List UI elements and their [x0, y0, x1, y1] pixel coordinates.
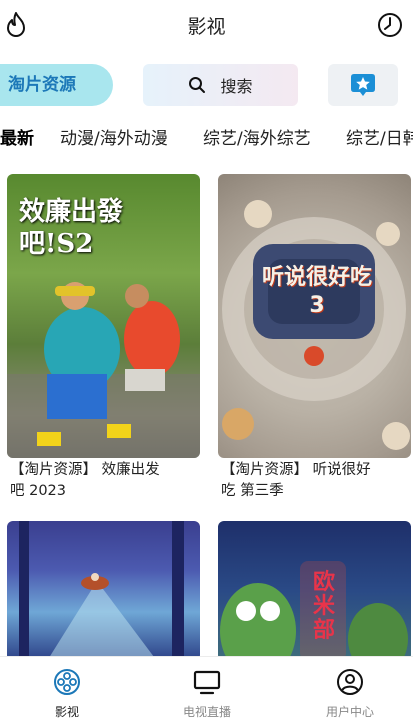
tv-icon — [193, 670, 221, 695]
video-poster: 效廉出發吧!S2 — [7, 174, 200, 458]
tab-latest[interactable]: 最新 — [0, 124, 34, 149]
source-selector-button[interactable]: 淘片资源 — [0, 64, 113, 106]
film-reel-icon — [54, 669, 80, 695]
video-poster: 欧米部 — [218, 521, 411, 661]
nav-item-movies[interactable]: 影视 — [17, 667, 117, 720]
tab-variety[interactable]: 综艺/海外综艺 — [203, 124, 311, 149]
poster-title-text: 听说很好吃 3 — [262, 265, 373, 318]
search-button[interactable]: 搜索 — [143, 64, 298, 106]
user-circle-icon — [337, 669, 363, 695]
tab-anime[interactable]: 动漫/海外动漫 — [60, 124, 168, 149]
category-tabs: 最新 动漫/海外动漫 综艺/海外综艺 综艺/日韩 — [0, 120, 413, 150]
star-badge-icon — [351, 74, 375, 96]
favorites-button[interactable] — [328, 64, 398, 106]
nav-label: 电视直播 — [182, 705, 231, 719]
search-label: 搜索 — [220, 77, 253, 96]
video-card[interactable]: 效廉出發吧!S2 【淘片资源】 效廉出发吧 2023 — [7, 174, 200, 502]
bottom-nav: 影视 电视直播 用户中心 — [0, 656, 413, 727]
nav-item-user-center[interactable]: 用户中心 — [300, 667, 400, 720]
tab-variety-jk[interactable]: 综艺/日韩 — [346, 124, 413, 149]
action-row: 淘片资源 搜索 — [0, 64, 413, 108]
source-label: 淘片资源 — [8, 75, 76, 95]
poster-title-text: 效廉出發吧!S2 — [19, 197, 124, 259]
history-clock-icon[interactable] — [377, 12, 403, 38]
nav-label: 影视 — [54, 705, 79, 719]
nav-label: 用户中心 — [325, 705, 374, 719]
video-poster — [7, 521, 200, 661]
poster-title-text: 欧米部 — [312, 570, 335, 643]
video-card[interactable]: 欧米部 — [218, 521, 411, 661]
top-bar: 影视 — [0, 0, 413, 54]
search-icon — [189, 77, 206, 93]
video-title: 【淘片资源】 听说很好吃 第三季 — [221, 462, 371, 499]
nav-item-live-tv[interactable]: 电视直播 — [157, 667, 257, 720]
video-card[interactable] — [7, 521, 200, 661]
page-title: 影视 — [187, 16, 226, 38]
video-poster: 听说很好吃 3 — [218, 174, 411, 458]
video-card[interactable]: 听说很好吃 3 【淘片资源】 听说很好吃 第三季 — [218, 174, 411, 502]
video-title: 【淘片资源】 效廉出发吧 2023 — [10, 462, 160, 499]
